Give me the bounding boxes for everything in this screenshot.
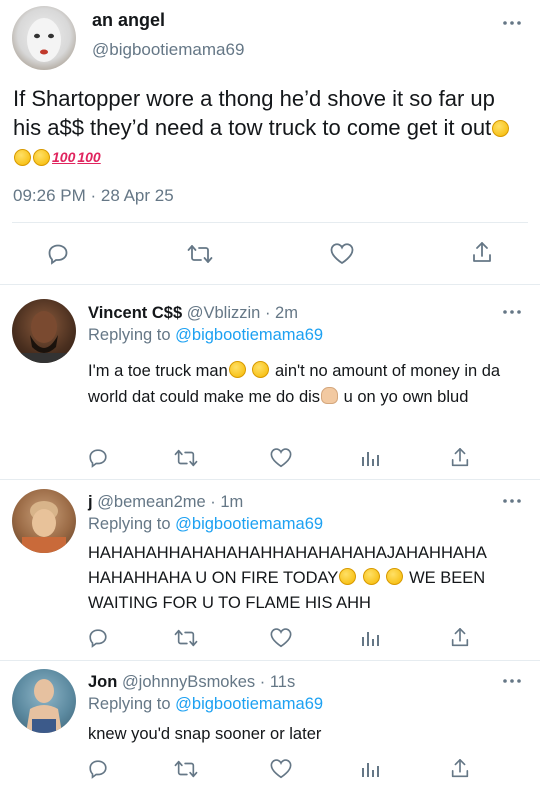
rofl-emoji-icon xyxy=(492,120,510,137)
avatar[interactable] xyxy=(12,489,76,553)
like-icon[interactable] xyxy=(268,446,294,470)
reply-text: knew you'd snap sooner or later xyxy=(88,721,528,747)
thinking-emoji-icon xyxy=(33,149,50,166)
reply-text-part: u on yo own blud xyxy=(343,388,469,406)
rofl-emoji-icon xyxy=(362,568,380,585)
reply-header: Jon @johnnyBsmokes · 11s xyxy=(88,673,295,692)
rofl-emoji-icon xyxy=(252,361,270,378)
author-meta[interactable]: @johnnyBsmokes · 11s xyxy=(122,673,295,691)
author-meta[interactable]: @bemean2me · 1m xyxy=(97,493,243,511)
raised-hand-emoji-icon xyxy=(321,387,339,404)
reply-icon[interactable] xyxy=(86,626,110,650)
author-name[interactable]: Vincent C$$ xyxy=(88,304,182,322)
more-icon[interactable] xyxy=(502,20,522,26)
reply-icon[interactable] xyxy=(86,446,110,470)
avatar-face-icon xyxy=(27,18,61,62)
like-icon[interactable] xyxy=(268,757,294,781)
share-icon[interactable] xyxy=(468,238,496,268)
reply-text: HAHAHAHHAHAHAHAHHAHAHAHAHAJAHAHHAHA HAHA… xyxy=(88,541,528,616)
replying-to-label: Replying to xyxy=(88,515,171,533)
reply-header: Vincent C$$ @Vblizzin · 2m xyxy=(88,304,298,323)
share-icon[interactable] xyxy=(448,625,472,651)
author-meta[interactable]: @Vblizzin · 2m xyxy=(187,304,298,322)
avatar[interactable] xyxy=(12,299,76,363)
avatar[interactable] xyxy=(12,6,76,70)
hundred-emoji-icon: 100 xyxy=(52,149,76,165)
like-icon[interactable] xyxy=(268,626,294,650)
reply-text-part: knew you'd snap sooner or later xyxy=(88,725,322,743)
share-icon[interactable] xyxy=(448,445,472,471)
retweet-icon[interactable] xyxy=(172,757,200,781)
reply-header: j @bemean2me · 1m xyxy=(88,493,243,512)
replying-to-handle[interactable]: @bigbootiemama69 xyxy=(175,326,323,344)
more-icon[interactable] xyxy=(502,498,522,504)
rofl-emoji-icon xyxy=(386,568,404,585)
author-name[interactable]: Jon xyxy=(88,673,117,691)
divider xyxy=(0,660,540,661)
avatar-face-icon xyxy=(20,311,68,363)
reply-text-part: I'm a toe truck man xyxy=(88,362,228,380)
author-name[interactable]: j xyxy=(88,493,93,511)
author-handle[interactable]: @bigbootiemama69 xyxy=(92,40,244,60)
hundred-emoji-icon: 100 xyxy=(77,149,101,165)
like-icon[interactable] xyxy=(328,240,356,268)
avatar-face-icon xyxy=(26,679,62,733)
avatar-face-icon xyxy=(22,501,66,553)
replying-to: Replying to @bigbootiemama69 xyxy=(88,326,323,345)
replying-to-label: Replying to xyxy=(88,695,171,713)
replying-to-label: Replying to xyxy=(88,326,171,344)
retweet-icon[interactable] xyxy=(172,626,200,650)
divider xyxy=(0,479,540,480)
author-name[interactable]: an angel xyxy=(92,10,165,31)
rofl-emoji-icon xyxy=(228,361,246,378)
more-icon[interactable] xyxy=(502,678,522,684)
replying-to: Replying to @bigbootiemama69 xyxy=(88,515,323,534)
divider xyxy=(12,222,528,223)
reply-text: I'm a toe truck man ain't no amount of m… xyxy=(88,358,528,410)
reply-icon[interactable] xyxy=(44,240,72,268)
replying-to: Replying to @bigbootiemama69 xyxy=(88,695,323,714)
tweet-body: If Shartopper wore a thong he’d shove it… xyxy=(13,86,495,140)
reply-icon[interactable] xyxy=(86,757,110,781)
divider xyxy=(0,284,540,285)
analytics-icon[interactable] xyxy=(358,626,382,650)
replying-to-handle[interactable]: @bigbootiemama69 xyxy=(175,695,323,713)
analytics-icon[interactable] xyxy=(358,446,382,470)
tweet-timestamp: 09:26 PM · 28 Apr 25 xyxy=(13,186,174,205)
retweet-icon[interactable] xyxy=(184,240,216,268)
retweet-icon[interactable] xyxy=(172,446,200,470)
rofl-emoji-icon xyxy=(339,568,357,585)
tweet-text: If Shartopper wore a thong he’d shove it… xyxy=(13,84,528,172)
more-icon[interactable] xyxy=(502,309,522,315)
analytics-icon[interactable] xyxy=(358,757,382,781)
avatar[interactable] xyxy=(12,669,76,733)
replying-to-handle[interactable]: @bigbootiemama69 xyxy=(175,515,323,533)
sweat-emoji-icon xyxy=(14,149,31,166)
share-icon[interactable] xyxy=(448,756,472,782)
